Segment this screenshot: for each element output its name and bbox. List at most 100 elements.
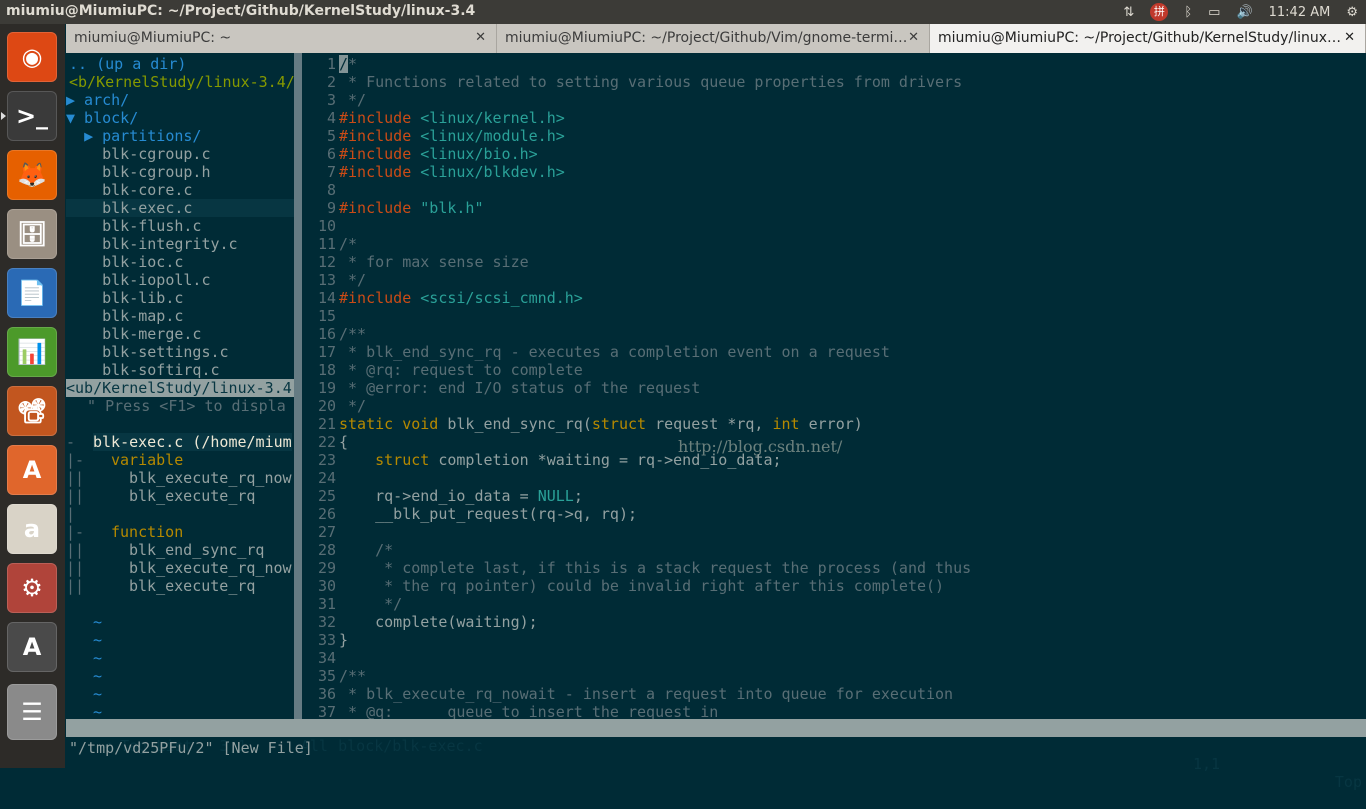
code-line[interactable]: 28 /* <box>302 541 393 559</box>
close-icon[interactable]: ✕ <box>1344 30 1355 45</box>
terminal-tab-3[interactable]: miumiu@MiumiuPC: ~/Project/Github/Kernel… <box>930 24 1366 53</box>
nerdtree-file[interactable]: blk-integrity.c <box>66 235 237 253</box>
code-line[interactable]: 11/* <box>302 235 357 253</box>
code-line[interactable]: 7 #include <linux/blkdev.h> <box>302 163 565 181</box>
launcher-software-center-button[interactable]: A <box>7 445 57 495</box>
nerdtree-file[interactable]: blk-flush.c <box>66 217 201 235</box>
taglist-row[interactable]: |- function <box>66 523 183 541</box>
code-line[interactable]: 30 * the rq pointer) could be invalid ri… <box>302 577 944 595</box>
launcher-libreoffice-writer-button[interactable]: 📄 <box>7 268 57 318</box>
close-icon[interactable]: ✕ <box>908 30 919 45</box>
code-line[interactable]: 13 */ <box>302 271 366 289</box>
code-line[interactable]: 32 complete(waiting); <box>302 613 538 631</box>
clock[interactable]: 11:42 AM <box>1269 5 1331 20</box>
taglist-row[interactable]: || blk_execute_rq_now <box>66 469 292 487</box>
nerdtree-file[interactable]: blk-lib.c <box>66 289 183 307</box>
code-line[interactable]: 12 * for max sense size <box>302 253 529 271</box>
taglist-row[interactable]: ~ <box>66 667 102 685</box>
code-line[interactable]: 14 #include <scsi/scsi_cmnd.h> <box>302 289 583 307</box>
bluetooth-icon[interactable]: ᛒ <box>1184 5 1192 20</box>
code-line[interactable]: 34 <box>302 649 339 667</box>
taglist-help[interactable]: " Press <F1> to displa <box>69 397 286 415</box>
nerdtree-file[interactable]: blk-exec.c <box>66 199 294 217</box>
nerdtree-up-dir[interactable]: .. (up a dir) <box>69 55 186 73</box>
code-line[interactable]: 16/** <box>302 325 366 343</box>
vim-command-line[interactable]: "/tmp/vd25PFu/2" [New File] <box>69 739 313 757</box>
code-line[interactable]: 4 #include <linux/kernel.h> <box>302 109 565 127</box>
vertical-split-bar[interactable] <box>294 53 302 719</box>
nerdtree-file[interactable]: blk-settings.c <box>66 343 228 361</box>
code-line[interactable]: 36 * blk_execute_rq_nowait - insert a re… <box>302 685 953 703</box>
taglist-row[interactable]: ~ <box>66 685 102 703</box>
launcher-terminal-button[interactable]: >_ <box>7 91 57 141</box>
code-line[interactable]: 22{ <box>302 433 348 451</box>
taglist-row[interactable] <box>66 595 129 613</box>
code-line[interactable]: 20 */ <box>302 397 366 415</box>
nerdtree-dir[interactable]: ▼ block/ <box>66 109 138 127</box>
taglist-row[interactable]: || blk_execute_rq_now <box>66 559 292 577</box>
taglist-row[interactable]: || blk_execute_rq <box>66 487 255 505</box>
launcher-files-button[interactable]: 🗄 <box>7 209 57 259</box>
launcher-software-updater-button[interactable]: A <box>7 622 57 672</box>
nerdtree-statusline[interactable]: <ub/KernelStudy/linux-3.4 <box>66 379 294 397</box>
code-line[interactable]: 31 */ <box>302 595 402 613</box>
nerdtree-file[interactable]: blk-core.c <box>66 181 192 199</box>
launcher-system-settings-button[interactable]: ⚙ <box>7 563 57 613</box>
code-line[interactable]: 21 static void blk_end_sync_rq(struct req… <box>302 415 863 433</box>
code-line[interactable]: 1/* <box>302 55 357 73</box>
code-line[interactable]: 17 * blk_end_sync_rq - executes a comple… <box>302 343 890 361</box>
launcher-ubuntu-dash-button[interactable]: ◉ <box>7 32 57 82</box>
taglist-row[interactable] <box>66 415 93 433</box>
network-icon[interactable]: ⇅ <box>1123 5 1134 20</box>
code-line[interactable]: 19 * @error: end I/O status of the reque… <box>302 379 700 397</box>
gear-icon[interactable]: ⚙ <box>1346 5 1358 20</box>
nerdtree-file[interactable]: blk-ioc.c <box>66 253 183 271</box>
nerdtree-dir[interactable]: ▶ arch/ <box>66 91 129 109</box>
code-line[interactable]: 10 <box>302 217 339 235</box>
taglist-row[interactable]: ~ <box>66 631 102 649</box>
code-line[interactable]: 26 __blk_put_request(rq->q, rq); <box>302 505 637 523</box>
code-line[interactable]: 37 * @q: queue to insert the request in <box>302 703 718 719</box>
workspace-switcher-button[interactable]: ☰ <box>7 684 57 740</box>
code-line[interactable]: 6 #include <linux/bio.h> <box>302 145 538 163</box>
taglist-row[interactable]: - blk-exec.c (/home/mium <box>66 433 292 451</box>
nerdtree-file[interactable]: blk-merge.c <box>66 325 201 343</box>
terminal[interactable]: .. (up a dir) <b/KernelStudy/linux-3.4/▶ … <box>66 53 1366 791</box>
launcher-libreoffice-impress-button[interactable]: 📽 <box>7 386 57 436</box>
code-line[interactable]: 5 #include <linux/module.h> <box>302 127 565 145</box>
taglist-row[interactable]: |- variable <box>66 451 183 469</box>
taglist-row[interactable]: || blk_execute_rq <box>66 577 255 595</box>
launcher-amazon-button[interactable]: a <box>7 504 57 554</box>
taglist-row[interactable]: ~ <box>66 703 102 719</box>
input-method-icon[interactable]: 拼 <box>1150 3 1169 21</box>
code-line[interactable]: 18 * @rq: request to complete <box>302 361 583 379</box>
code-line[interactable]: 2 * Functions related to setting various… <box>302 73 962 91</box>
taglist-row[interactable]: ~ <box>66 649 102 667</box>
volume-icon[interactable]: 🔊 <box>1236 5 1252 20</box>
code-line[interactable]: 3 */ <box>302 91 366 109</box>
launcher-firefox-button[interactable]: 🦊 <box>7 150 57 200</box>
code-line[interactable]: 25 rq->end_io_data = NULL; <box>302 487 583 505</box>
terminal-tab-1[interactable]: miumiu@MiumiuPC: ~ ✕ <box>66 24 497 53</box>
battery-icon[interactable]: ▭ <box>1208 5 1220 20</box>
nerdtree-file[interactable]: blk-cgroup.h <box>66 163 210 181</box>
nerdtree-file[interactable]: blk-map.c <box>66 307 183 325</box>
code-line[interactable]: 9 #include "blk.h" <box>302 199 484 217</box>
terminal-tab-2[interactable]: miumiu@MiumiuPC: ~/Project/Github/Vim/gn… <box>497 24 930 53</box>
code-line[interactable]: 15 <box>302 307 339 325</box>
nerdtree-root[interactable]: <b/KernelStudy/linux-3.4/ <box>69 73 294 91</box>
taglist-row[interactable]: ~ <box>66 613 102 631</box>
nerdtree-dir[interactable]: ▶ partitions/ <box>66 127 201 145</box>
code-line[interactable]: 35/** <box>302 667 366 685</box>
launcher-libreoffice-calc-button[interactable]: 📊 <box>7 327 57 377</box>
code-line[interactable]: 27 <box>302 523 339 541</box>
code-line[interactable]: 29 * complete last, if this is a stack r… <box>302 559 971 577</box>
nerdtree-file[interactable]: blk-cgroup.c <box>66 145 210 163</box>
close-icon[interactable]: ✕ <box>475 30 486 45</box>
code-line[interactable]: 24 <box>302 469 339 487</box>
nerdtree-file[interactable]: blk-softirq.c <box>66 361 219 379</box>
code-line[interactable]: 33} <box>302 631 348 649</box>
taglist-row[interactable]: | <box>66 505 129 523</box>
editor-pane[interactable]: 1/* 2 * Functions related to setting vari… <box>302 53 1366 719</box>
taglist-row[interactable]: || blk_end_sync_rq <box>66 541 264 559</box>
